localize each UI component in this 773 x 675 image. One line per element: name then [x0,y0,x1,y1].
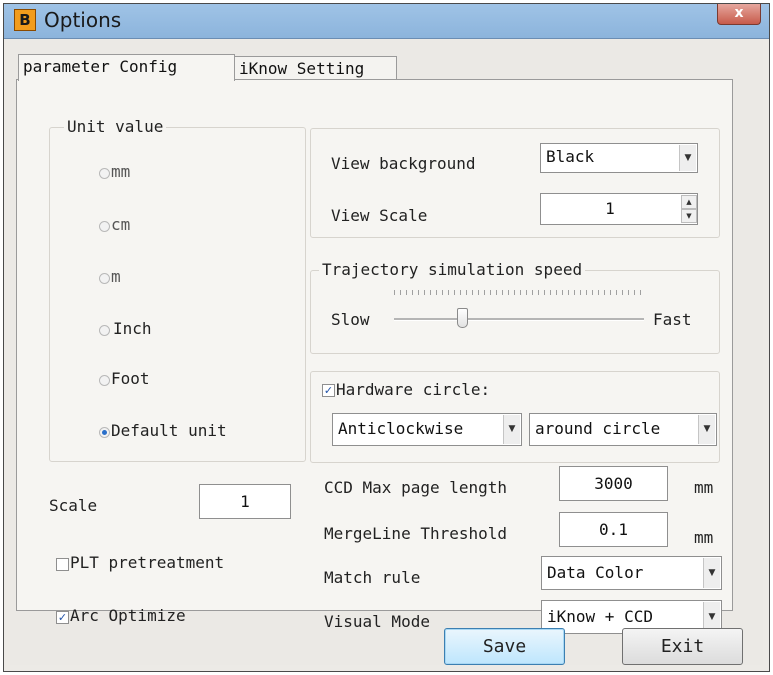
slider-fast-label: Fast [653,310,692,329]
hardware-circle-check[interactable]: ✓ [322,384,335,397]
view-background-label: View background [331,154,476,173]
ccd-max-page-input[interactable]: 3000 [559,466,668,501]
save-button[interactable]: Save [444,628,565,665]
radio-inch-label: Inch [113,319,152,338]
radio-cm-label: cm [111,215,131,234]
view-scale-value: 1 [605,199,615,218]
spin-down-icon[interactable]: ▼ [681,209,697,223]
circle-direction-value: Anticlockwise [338,419,464,438]
options-dialog: B Options x parameter Config iKnow Setti… [3,3,770,672]
hardware-circle-label: Hardware circle: [336,380,491,399]
view-scale-label: View Scale [331,206,428,225]
radio-mm[interactable] [99,168,110,179]
chevron-down-icon[interactable]: ▼ [679,145,696,171]
circle-mode-select[interactable]: around circle ▼ [529,413,717,446]
radio-cm[interactable] [99,221,110,232]
mergeline-threshold-input[interactable]: 0.1 [559,512,668,547]
arc-optimize-label: Arc Optimize [70,606,186,625]
visual-mode-label: Visual Mode [324,612,430,631]
radio-default-unit-label: Default unit [111,421,227,440]
match-rule-label: Match rule [324,568,421,587]
chevron-down-icon[interactable]: ▼ [703,558,720,588]
app-logo-icon: B [14,9,36,31]
spin-up-icon[interactable]: ▲ [681,195,697,209]
radio-inch[interactable] [99,325,110,336]
radio-foot[interactable] [99,375,110,386]
scale-label: Scale [49,496,98,515]
match-rule-select[interactable]: Data Color ▼ [541,556,722,590]
plt-pretreatment-check[interactable] [56,558,69,571]
view-background-select[interactable]: Black ▼ [540,143,698,173]
radio-m-label: m [111,267,121,286]
slider-thumb[interactable] [456,308,468,328]
match-rule-value: Data Color [547,563,644,582]
chevron-down-icon[interactable]: ▼ [698,415,715,444]
arc-optimize-check[interactable]: ✓ [56,611,69,624]
exit-button[interactable]: Exit [622,628,743,665]
visual-mode-value: iKnow + CCD [547,607,653,626]
trajectory-speed-title: Trajectory simulation speed [319,260,586,279]
view-scale-spinner[interactable]: 1 [540,193,698,225]
mergeline-threshold-label: MergeLine Threshold [324,524,508,543]
radio-mm-label: mm [111,162,131,181]
view-background-value: Black [546,147,595,166]
radio-m[interactable] [99,273,110,284]
title-bar[interactable]: B Options x [4,4,769,39]
window-title: Options [44,8,122,32]
ccd-max-page-unit: mm [694,478,714,497]
ccd-max-page-label: CCD Max page length [324,478,508,497]
chevron-down-icon[interactable]: ▼ [503,415,520,444]
circle-direction-select[interactable]: Anticlockwise ▼ [332,413,522,446]
parameter-config-panel: Unit value mm cm m Inch Foot Default uni… [16,79,733,634]
unit-value-group [49,127,306,462]
close-button[interactable]: x [717,4,761,25]
mergeline-threshold-unit: mm [694,528,714,547]
slider-slow-label: Slow [331,310,370,329]
tab-iknow-setting[interactable]: iKnow Setting [234,56,397,80]
slider-ticks [394,290,644,295]
plt-pretreatment-label: PLT pretreatment [70,553,225,572]
unit-value-title: Unit value [64,117,167,136]
scale-input[interactable]: 1 [199,484,291,519]
slider-track[interactable] [394,318,644,321]
dialog-client-area: parameter Config iKnow Setting Unit valu… [10,40,763,665]
radio-foot-label: Foot [111,369,150,388]
radio-default-unit[interactable] [99,427,110,438]
circle-mode-value: around circle [535,419,661,438]
tab-parameter-config[interactable]: parameter Config [18,54,235,81]
